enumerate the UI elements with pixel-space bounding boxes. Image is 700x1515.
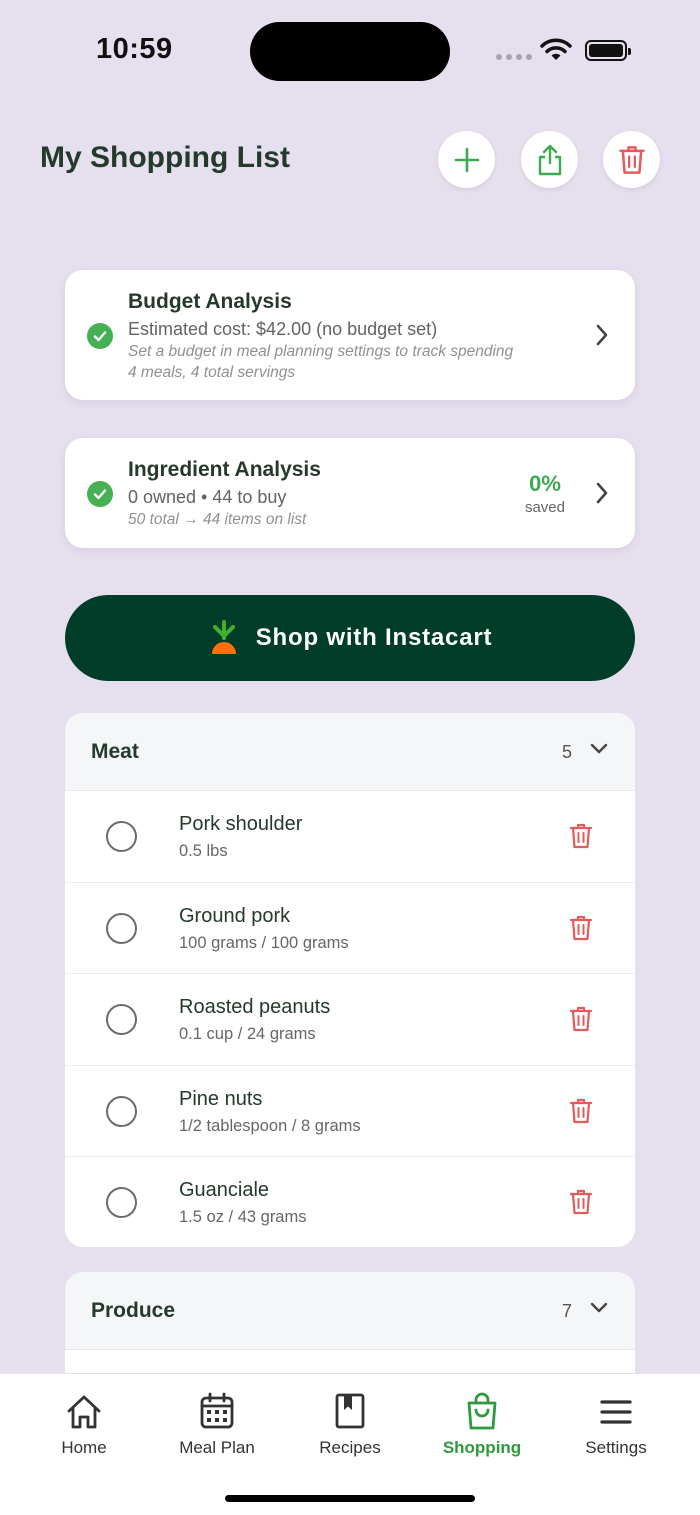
shopping-item-row: Guanciale 1.5 oz / 43 grams xyxy=(65,1157,635,1247)
category-header[interactable]: Produce 7 xyxy=(65,1272,635,1350)
item-name: Pork shoulder xyxy=(179,813,303,835)
shopping-item-row: Ground pork 100 grams / 100 grams xyxy=(65,883,635,974)
tab-recipes[interactable]: Recipes xyxy=(280,1374,420,1464)
shop-with-instacart-button[interactable]: Shop with Instacart xyxy=(65,595,635,681)
calendar-icon xyxy=(200,1392,234,1429)
category-section-meat: Meat 5 Pork shoulder 0.5 lbs Ground pork… xyxy=(65,713,635,1247)
savings-label: saved xyxy=(524,499,565,516)
check-circle-icon xyxy=(87,323,113,349)
instacart-label: Shop with Instacart xyxy=(255,624,493,651)
tab-label: Recipes xyxy=(319,1438,381,1457)
delete-item-icon[interactable] xyxy=(569,1188,593,1216)
home-indicator xyxy=(225,1495,475,1502)
book-icon xyxy=(335,1393,365,1429)
dynamic-island xyxy=(250,22,450,81)
tab-meal-plan[interactable]: Meal Plan xyxy=(147,1374,287,1464)
item-quantity: 1.5 oz / 43 grams xyxy=(179,1208,307,1226)
budget-analysis-card[interactable]: Budget Analysis Estimated cost: $42.00 (… xyxy=(65,270,635,400)
delete-item-icon[interactable] xyxy=(569,822,593,850)
tab-label: Home xyxy=(61,1438,107,1457)
delete-item-icon[interactable] xyxy=(569,1005,593,1033)
trash-icon xyxy=(618,145,645,174)
delete-item-icon[interactable] xyxy=(569,914,593,942)
home-icon xyxy=(67,1395,101,1429)
bottom-tab-bar: Home Meal Plan Recipes Shopping Settings xyxy=(0,1373,700,1515)
tab-label: Meal Plan xyxy=(179,1438,255,1457)
budget-hint: Set a budget in meal planning settings t… xyxy=(128,343,514,360)
wifi-icon xyxy=(540,38,572,60)
cellular-signal-icon xyxy=(496,54,532,60)
tab-label: Settings xyxy=(585,1438,647,1457)
status-time: 10:59 xyxy=(96,33,173,65)
chevron-down-icon xyxy=(590,743,608,754)
item-quantity: 0.1 cup / 24 grams xyxy=(179,1025,316,1043)
item-checkbox[interactable] xyxy=(106,1095,137,1127)
item-name: Ground pork xyxy=(179,904,291,927)
item-checkbox[interactable] xyxy=(106,1187,137,1218)
status-bar: 10:59 xyxy=(0,0,700,100)
chevron-right-icon xyxy=(596,324,608,346)
plus-icon xyxy=(454,147,479,172)
shopping-bag-icon xyxy=(467,1392,497,1430)
clear-list-button[interactable] xyxy=(603,131,660,188)
shopping-item-row: Pork shoulder 0.5 lbs xyxy=(65,791,635,883)
savings-indicator: 0% saved xyxy=(525,471,565,516)
menu-icon xyxy=(600,1400,632,1424)
check-circle-icon xyxy=(87,481,113,507)
chevron-right-icon xyxy=(596,482,608,504)
share-button[interactable] xyxy=(521,131,578,188)
item-quantity: 0.5 lbs xyxy=(179,842,228,860)
instacart-carrot-icon xyxy=(211,620,236,654)
budget-summary: 4 meals, 4 total servings xyxy=(128,364,296,381)
shopping-item-row: Roasted peanuts 0.1 cup / 24 grams xyxy=(65,974,635,1066)
ingredient-analysis-title: Ingredient Analysis xyxy=(128,458,321,481)
ingredient-summary: 0 owned • 44 to buy xyxy=(128,487,287,507)
budget-analysis-title: Budget Analysis xyxy=(128,290,292,313)
category-count: 7 xyxy=(561,1301,572,1321)
share-icon xyxy=(538,144,561,175)
category-count: 5 xyxy=(561,742,572,762)
category-name: Produce xyxy=(91,1299,176,1322)
add-item-button[interactable] xyxy=(438,131,495,188)
item-checkbox[interactable] xyxy=(106,912,137,944)
item-checkbox[interactable] xyxy=(106,1004,137,1035)
tab-home[interactable]: Home xyxy=(14,1374,154,1464)
delete-item-icon[interactable] xyxy=(569,1097,593,1125)
item-name: Guanciale xyxy=(179,1179,270,1201)
item-quantity: 100 grams / 100 grams xyxy=(179,933,349,952)
item-checkbox[interactable] xyxy=(106,821,137,852)
shopping-item-row: Pine nuts 1/2 tablespoon / 8 grams xyxy=(65,1066,635,1157)
item-quantity: 1/2 tablespoon / 8 grams xyxy=(179,1116,361,1135)
tab-label: Shopping xyxy=(442,1438,522,1457)
item-name: Roasted peanuts xyxy=(179,996,331,1018)
chevron-down-icon xyxy=(590,1302,608,1313)
item-name: Pine nuts xyxy=(179,1087,263,1110)
battery-icon xyxy=(585,40,631,61)
savings-value: 0% xyxy=(529,471,561,496)
tab-shopping[interactable]: Shopping xyxy=(412,1374,552,1464)
tab-settings[interactable]: Settings xyxy=(546,1374,686,1464)
ingredient-analysis-card[interactable]: Ingredient Analysis 0 owned • 44 to buy … xyxy=(65,438,635,548)
ingredient-detail: 50 total → 44 items on list xyxy=(128,511,307,528)
category-name: Meat xyxy=(91,740,139,763)
category-header[interactable]: Meat 5 xyxy=(65,713,635,791)
budget-estimate: Estimated cost: $42.00 (no budget set) xyxy=(128,319,438,339)
page-title: My Shopping List xyxy=(40,141,290,174)
